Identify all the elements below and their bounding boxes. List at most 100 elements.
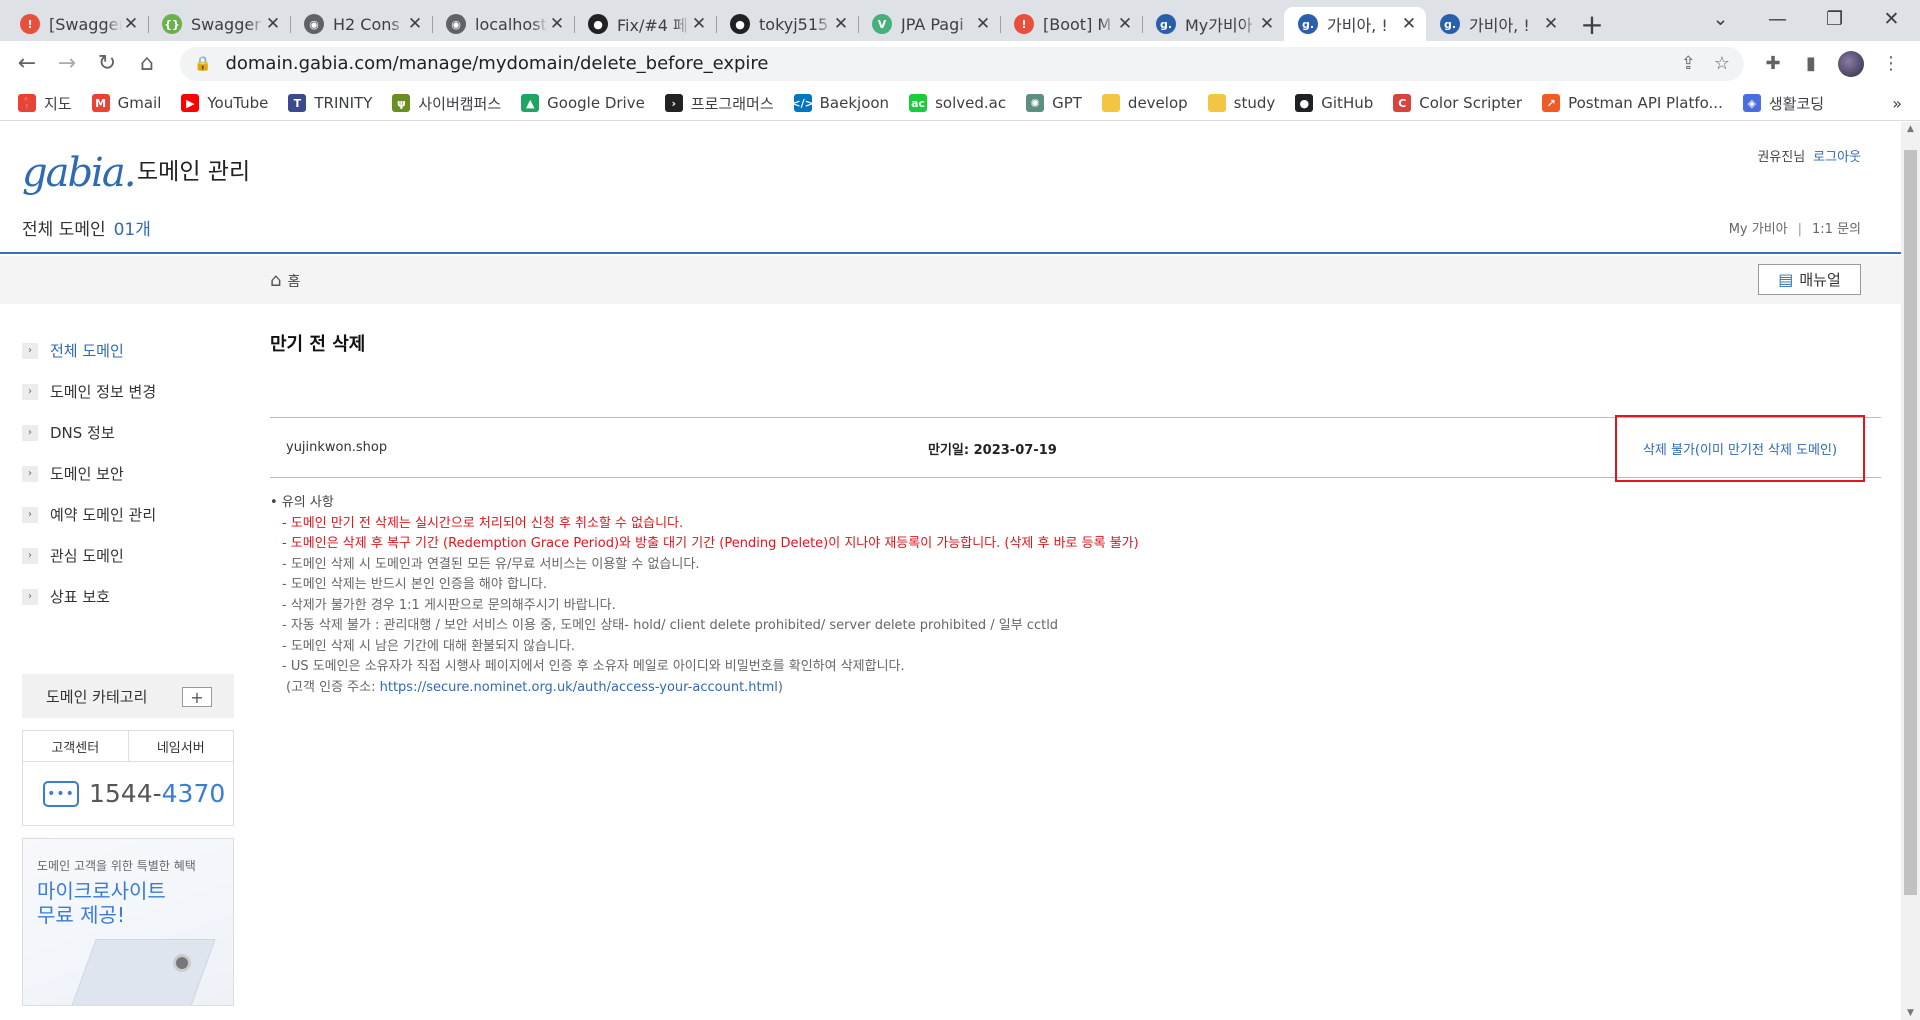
bookmark-item[interactable]: T TRINITY bbox=[288, 94, 372, 112]
minimize-icon[interactable]: — bbox=[1749, 8, 1806, 30]
bookmark-item[interactable]: M Gmail bbox=[91, 94, 161, 112]
tab-close-icon[interactable]: ✕ bbox=[122, 14, 140, 34]
bookmark-item[interactable]: study bbox=[1207, 94, 1276, 112]
sidebar-item[interactable]: › 도메인 정보 변경 bbox=[22, 371, 234, 412]
extensions-icon[interactable]: ✚ bbox=[1754, 53, 1792, 74]
bookmark-item[interactable]: </> Baekjoon bbox=[791, 94, 889, 112]
tab-customer-center[interactable]: 고객센터 bbox=[23, 731, 128, 761]
new-tab-button[interactable]: + bbox=[1574, 7, 1610, 41]
tab-close-icon[interactable]: ✕ bbox=[264, 14, 282, 34]
tab-favicon-icon: ● bbox=[588, 14, 608, 34]
sidebar-item-label: 관심 도메인 bbox=[50, 547, 124, 565]
bookmark-icon bbox=[1207, 94, 1226, 112]
gabia-logo[interactable]: gabia. bbox=[22, 150, 136, 196]
scroll-up-icon[interactable]: ▲ bbox=[1901, 124, 1920, 134]
home-outline-icon: ⌂ bbox=[270, 270, 282, 291]
bookmark-icon: ▲ bbox=[521, 94, 540, 112]
maximize-icon[interactable]: ❐ bbox=[1806, 8, 1863, 30]
bookmark-item[interactable]: 📍 지도 bbox=[18, 93, 72, 114]
tab-close-icon[interactable]: ✕ bbox=[1116, 14, 1134, 34]
bookmark-icon: ◈ bbox=[1742, 94, 1761, 112]
tab-close-icon[interactable]: ✕ bbox=[832, 14, 850, 34]
share-icon[interactable]: ⇪ bbox=[1681, 53, 1696, 74]
browser-tab[interactable]: {} Swagger ✕ bbox=[148, 7, 290, 41]
tab-search-icon[interactable]: ⌄ bbox=[1692, 8, 1749, 30]
bookmark-item[interactable]: ▶ YouTube bbox=[181, 94, 268, 112]
browser-tab[interactable]: g. 가비아, ! ✕ bbox=[1284, 7, 1426, 41]
bookmark-icon: ● bbox=[1295, 94, 1314, 112]
scrollbar-thumb[interactable] bbox=[1904, 150, 1917, 895]
bookmark-item[interactable]: ✺ GPT bbox=[1026, 94, 1082, 112]
forward-icon[interactable]: → bbox=[50, 47, 84, 81]
tab-close-icon[interactable]: ✕ bbox=[1258, 14, 1276, 34]
sidebar-item[interactable]: › 예약 도메인 관리 bbox=[22, 494, 234, 535]
bookmark-star-icon[interactable]: ☆ bbox=[1714, 53, 1730, 74]
chevron-right-icon: › bbox=[22, 424, 38, 441]
delete-status-link[interactable]: 삭제 불가(이미 만기전 삭제 도메인) bbox=[1615, 415, 1865, 482]
inquiry-link[interactable]: 1:1 문의 bbox=[1812, 222, 1861, 237]
sidebar-item[interactable]: › 전체 도메인 bbox=[22, 330, 234, 371]
browser-tab[interactable]: g. 가비아, ! ✕ bbox=[1426, 7, 1568, 41]
microsite-promo-banner[interactable]: 도메인 고객을 위한 특별한 혜택 마이크로사이트 무료 제공! bbox=[22, 838, 234, 1006]
breadcrumb-home[interactable]: 홈 bbox=[287, 271, 300, 291]
bookmark-item[interactable]: ψ 사이버캠퍼스 bbox=[392, 93, 501, 114]
browser-tab[interactable]: ! [Boot] M ✕ bbox=[1000, 7, 1142, 41]
bookmark-item[interactable]: ● GitHub bbox=[1295, 94, 1373, 112]
tab-title: Swagger bbox=[191, 14, 261, 34]
sidebar-item[interactable]: › 상표 보호 bbox=[22, 576, 234, 617]
browser-tab[interactable]: g. My가비아 ✕ bbox=[1142, 7, 1284, 41]
sidebar-item[interactable]: › 관심 도메인 bbox=[22, 535, 234, 576]
expiry-date: 2023-07-19 bbox=[973, 443, 1057, 458]
scroll-down-icon[interactable]: ▼ bbox=[1901, 1008, 1920, 1018]
bookmark-label: 사이버캠퍼스 bbox=[418, 94, 502, 113]
sidebar-item[interactable]: › 도메인 보안 bbox=[22, 453, 234, 494]
promo-device-illustration bbox=[70, 939, 216, 1005]
bookmark-item[interactable]: ac solved.ac bbox=[909, 94, 1006, 112]
page-scrollbar[interactable]: ▲ ▼ bbox=[1901, 122, 1920, 1020]
auth-url-link[interactable]: https://secure.nominet.org.uk/auth/acces… bbox=[380, 680, 778, 695]
tab-close-icon[interactable]: ✕ bbox=[1400, 14, 1418, 34]
bookmark-label: GitHub bbox=[1321, 94, 1374, 112]
my-gabia-link[interactable]: My 가비아 bbox=[1729, 222, 1788, 237]
manual-button[interactable]: ▤ 매뉴얼 bbox=[1758, 264, 1861, 295]
browser-tab[interactable]: ! [Swagger ✕ bbox=[6, 7, 148, 41]
logout-link[interactable]: 로그아웃 bbox=[1813, 150, 1861, 165]
auth-suffix: ) bbox=[777, 679, 783, 695]
close-window-icon[interactable]: ✕ bbox=[1863, 8, 1920, 30]
browser-tab[interactable]: ● Fix/#4 페 ✕ bbox=[574, 7, 716, 41]
bookmarks-more-icon[interactable]: » bbox=[1892, 94, 1902, 113]
add-category-button[interactable]: + bbox=[182, 687, 212, 707]
reload-icon[interactable]: ↻ bbox=[90, 47, 124, 81]
sidebar-item[interactable]: › DNS 정보 bbox=[22, 412, 234, 453]
profile-avatar[interactable] bbox=[1838, 50, 1864, 77]
lock-icon[interactable]: 🔒 bbox=[194, 56, 211, 72]
address-bar[interactable]: 🔒 domain.gabia.com/manage/mydomain/delet… bbox=[180, 46, 1744, 81]
bookmark-item[interactable]: ◈ 생활코딩 bbox=[1742, 93, 1824, 114]
url-text[interactable]: domain.gabia.com/manage/mydomain/delete_… bbox=[225, 53, 1662, 74]
tab-close-icon[interactable]: ✕ bbox=[406, 14, 424, 34]
side-panel-icon[interactable]: ▮ bbox=[1792, 53, 1830, 74]
tab-close-icon[interactable]: ✕ bbox=[548, 14, 566, 34]
bookmark-item[interactable]: develop bbox=[1101, 94, 1188, 112]
home-icon[interactable]: ⌂ bbox=[130, 47, 164, 81]
browser-tab[interactable]: ◉ H2 Cons ✕ bbox=[290, 7, 432, 41]
bookmark-item[interactable]: C Color Scripter bbox=[1393, 94, 1522, 112]
all-domains-count[interactable]: 01개 bbox=[114, 220, 151, 240]
tab-close-icon[interactable]: ✕ bbox=[690, 14, 708, 34]
breadcrumb[interactable]: ⌂ 홈 bbox=[270, 270, 300, 291]
bookmark-item[interactable]: ↗ Postman API Platfo... bbox=[1542, 94, 1723, 112]
back-icon[interactable]: ← bbox=[10, 47, 44, 81]
tab-close-icon[interactable]: ✕ bbox=[1542, 14, 1560, 34]
auth-prefix: (고객 인증 주소: bbox=[286, 679, 380, 695]
bookmark-item[interactable]: ▲ Google Drive bbox=[521, 94, 645, 112]
bookmark-label: study bbox=[1233, 94, 1276, 112]
tab-nameserver[interactable]: 네임서버 bbox=[127, 731, 234, 761]
menu-kebab-icon[interactable]: ⋮ bbox=[1872, 53, 1910, 74]
browser-toolbar: ← → ↻ ⌂ 🔒 domain.gabia.com/manage/mydoma… bbox=[0, 41, 1920, 86]
bookmark-item[interactable]: › 프로그래머스 bbox=[664, 93, 774, 114]
tab-close-icon[interactable]: ✕ bbox=[974, 14, 992, 34]
page-title: 만기 전 삭제 bbox=[270, 334, 366, 355]
browser-tab[interactable]: ● tokyj515 ✕ bbox=[716, 7, 858, 41]
browser-tab[interactable]: ◉ localhost ✕ bbox=[432, 7, 574, 41]
browser-tab[interactable]: V JPA Pagi ✕ bbox=[858, 7, 1000, 41]
